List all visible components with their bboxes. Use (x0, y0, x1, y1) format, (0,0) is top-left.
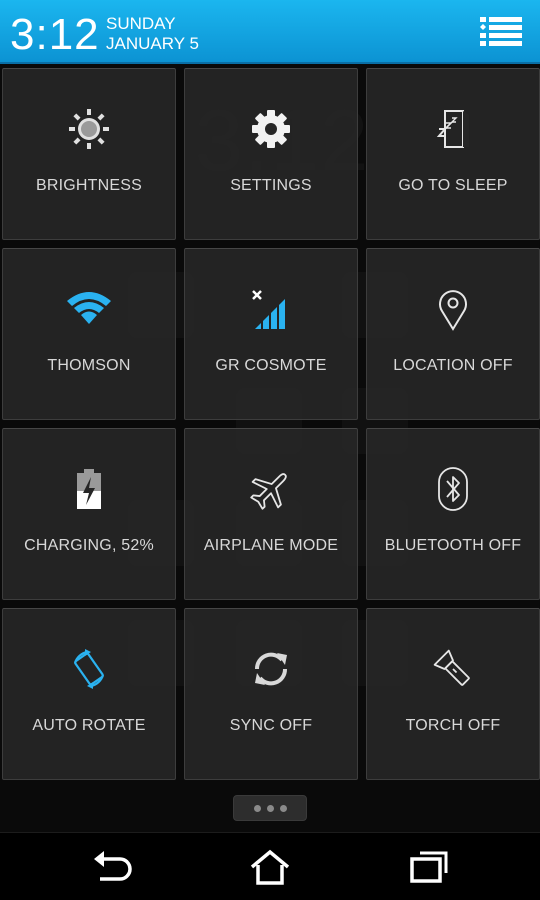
home-icon (250, 849, 290, 885)
brightness-icon (69, 109, 109, 149)
tile-battery[interactable]: CHARGING, 52% (2, 428, 176, 600)
location-pin-icon (439, 290, 467, 331)
tile-label: BLUETOOTH OFF (384, 537, 522, 554)
date-label: JANUARY 5 (106, 34, 199, 53)
gear-icon (252, 110, 290, 148)
weekday-label: SUNDAY (106, 14, 176, 33)
page-dot (266, 804, 274, 812)
cellular-signal-icon (252, 290, 285, 329)
page-dot (253, 804, 261, 812)
tile-label: LOCATION OFF (393, 357, 513, 374)
recent-apps-icon (410, 851, 448, 883)
sync-icon (254, 652, 288, 686)
flashlight-icon (433, 649, 470, 686)
wifi-icon (67, 292, 111, 324)
airplane-icon (250, 473, 287, 510)
auto-rotate-icon (73, 649, 105, 689)
tile-label: AIRPLANE MODE (203, 537, 339, 554)
tile-label: THOMSON (47, 357, 131, 374)
tile-label: SYNC OFF (229, 717, 313, 734)
notification-header: 3:12 SUNDAY JANUARY 5 (0, 0, 540, 64)
back-icon (94, 851, 132, 881)
back-button[interactable] (82, 847, 142, 887)
tile-wifi[interactable]: THOMSON (2, 248, 176, 420)
tile-mobile-network[interactable]: GR COSMOTE (184, 248, 358, 420)
tile-sync[interactable]: SYNC OFF (184, 608, 358, 780)
tile-brightness[interactable]: BRIGHTNESS (2, 68, 176, 240)
clock-time: 3:12 (10, 10, 100, 59)
tile-settings[interactable]: SETTINGS (184, 68, 358, 240)
tile-label: GO TO SLEEP (398, 177, 508, 194)
notification-list-button[interactable] (480, 14, 524, 50)
page-indicator[interactable] (233, 795, 307, 821)
tile-torch[interactable]: TORCH OFF (366, 608, 540, 780)
tile-label: BRIGHTNESS (35, 177, 142, 194)
tile-label: CHARGING, 52% (24, 537, 154, 554)
tile-label: AUTO ROTATE (32, 717, 146, 734)
notification-list-icon (480, 17, 522, 46)
page-dot (279, 804, 287, 812)
bluetooth-icon (438, 467, 468, 511)
tile-auto-rotate[interactable]: AUTO ROTATE (2, 608, 176, 780)
tile-label: SETTINGS (230, 177, 312, 194)
tile-airplane-mode[interactable]: AIRPLANE MODE (184, 428, 358, 600)
recent-apps-button[interactable] (398, 847, 458, 887)
sleep-icon (436, 110, 469, 148)
tile-location[interactable]: LOCATION OFF (366, 248, 540, 420)
navigation-bar (0, 832, 540, 900)
battery-charging-icon (77, 469, 101, 509)
tile-go-to-sleep[interactable]: GO TO SLEEP (366, 68, 540, 240)
tile-label: GR COSMOTE (215, 357, 327, 374)
tile-bluetooth[interactable]: BLUETOOTH OFF (366, 428, 540, 600)
home-button[interactable] (240, 847, 300, 887)
tile-label: TORCH OFF (405, 717, 501, 734)
